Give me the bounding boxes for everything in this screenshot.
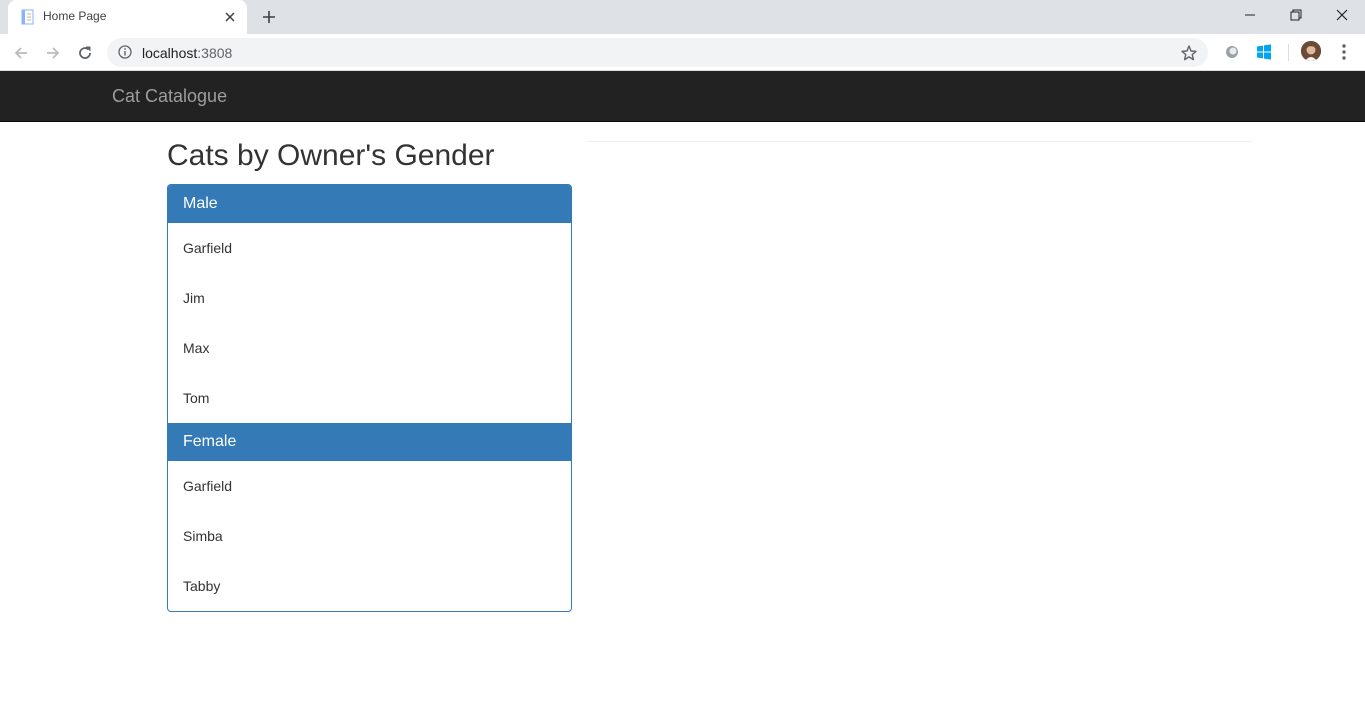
restore-icon[interactable] (1273, 0, 1319, 30)
back-arrow-icon[interactable] (9, 41, 33, 65)
reload-icon[interactable] (73, 41, 97, 65)
star-icon[interactable] (1180, 44, 1198, 62)
extension-icon[interactable] (1223, 43, 1241, 61)
url-text: localhost:3808 (142, 45, 232, 61)
navbar-brand[interactable]: Cat Catalogue (112, 86, 227, 107)
url-host: localhost (142, 45, 198, 61)
list-item: Garfield (183, 478, 233, 494)
plus-icon[interactable] (259, 7, 279, 27)
group-heading-female: Female (168, 423, 571, 461)
navbar: Cat Catalogue (0, 71, 1365, 122)
list-item: Max (183, 340, 210, 356)
browser-tab[interactable]: Home Page (8, 0, 247, 34)
forward-arrow-icon[interactable] (41, 41, 65, 65)
browser-tabstrip: Home Page (0, 0, 1365, 34)
windows-icon[interactable] (1255, 43, 1273, 61)
window-close-icon[interactable] (1319, 0, 1365, 30)
avatar[interactable] (1301, 41, 1321, 61)
url-port: :3808 (197, 45, 233, 61)
toolbar-separator (1288, 44, 1289, 61)
close-icon[interactable] (222, 9, 238, 25)
list-item: Tom (183, 390, 210, 406)
browser-toolbar: localhost:3808 (0, 34, 1365, 71)
list-item: Jim (183, 290, 205, 306)
page-icon (20, 9, 36, 25)
page-title: Cats by Owner's Gender (167, 139, 495, 172)
cats-panel: Male Garfield Jim Max Tom Female Garfiel… (167, 184, 572, 612)
info-icon[interactable] (118, 45, 132, 59)
divider (587, 141, 1252, 142)
list-item: Tabby (183, 578, 221, 594)
more-vert-icon[interactable] (1334, 41, 1354, 63)
list-item: Garfield (183, 240, 233, 256)
group-heading-male: Male (168, 185, 571, 223)
tab-title: Home Page (43, 9, 107, 23)
minimize-icon[interactable] (1227, 0, 1273, 30)
address-bar[interactable]: localhost:3808 (107, 38, 1208, 67)
list-item: Simba (183, 528, 223, 544)
